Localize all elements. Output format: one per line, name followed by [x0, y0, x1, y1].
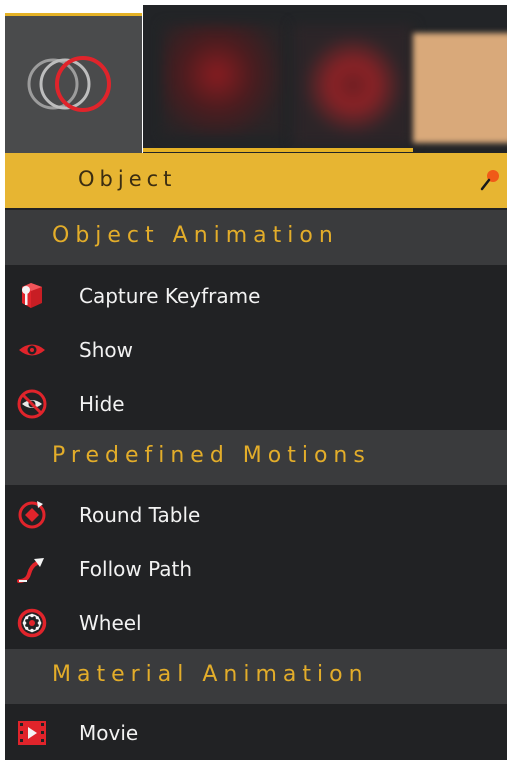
wheel-icon — [17, 608, 47, 638]
menu-item-label: Capture Keyframe — [79, 284, 261, 308]
menu-item-hide[interactable]: Hide — [5, 377, 507, 431]
menu-item-wheel[interactable]: Wheel — [5, 596, 507, 650]
eye-off-icon — [17, 389, 47, 419]
section-header-material-animation: Material Animation — [5, 649, 507, 704]
menu-item-label: Wheel — [79, 611, 142, 635]
active-tab-indicator — [143, 148, 413, 152]
thumbnail-image[interactable] — [293, 25, 413, 145]
object-animation-panel: Object Object Animation Capture Keyframe… — [5, 153, 507, 760]
film-icon — [18, 721, 46, 745]
pin-icon[interactable] — [479, 168, 501, 192]
panel-title-bar: Object — [5, 153, 507, 208]
thumbnail-image[interactable] — [163, 25, 283, 135]
menu-item-show[interactable]: Show — [5, 323, 507, 377]
follow-path-icon — [17, 558, 44, 583]
object-thumbnail-strip — [0, 0, 507, 153]
eye-icon — [19, 344, 45, 356]
menu-item-label: Hide — [79, 392, 125, 416]
object-tab[interactable] — [5, 13, 142, 153]
object-circles-icon — [27, 56, 111, 112]
section-header-object-animation: Object Animation — [5, 210, 507, 265]
menu-item-follow-path[interactable]: Follow Path — [5, 542, 507, 596]
menu-item-capture-keyframe[interactable]: Capture Keyframe — [5, 269, 507, 323]
object-preview-thumbnails[interactable] — [143, 5, 507, 153]
section-header-predefined-motions: Predefined Motions — [5, 430, 507, 485]
panel-title: Object — [78, 167, 177, 191]
menu-item-label: Follow Path — [79, 557, 193, 581]
capture-keyframe-icon — [22, 283, 42, 308]
menu-item-label: Movie — [79, 721, 139, 745]
round-table-icon — [18, 501, 46, 529]
menu-item-label: Show — [79, 338, 133, 362]
menu-item-round-table[interactable]: Round Table — [5, 488, 507, 542]
menu-item-movie[interactable]: Movie — [5, 706, 507, 760]
thumbnail-image[interactable] — [413, 33, 507, 143]
menu-item-label: Round Table — [79, 503, 201, 527]
